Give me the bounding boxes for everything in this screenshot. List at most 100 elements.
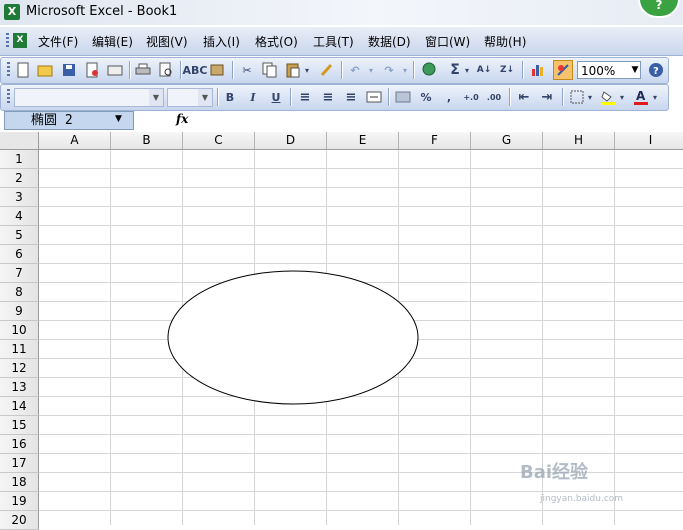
name-box-dropdown-icon[interactable]: ▼ — [115, 114, 122, 124]
workbook-icon[interactable]: X — [13, 33, 27, 48]
help-icon[interactable]: ? — [648, 62, 664, 78]
bold-icon[interactable]: B — [222, 89, 238, 105]
fill-color-icon[interactable] — [600, 89, 616, 105]
currency-icon[interactable] — [395, 89, 411, 105]
menu-edit[interactable]: 编辑(E) — [92, 33, 133, 50]
menu-help[interactable]: 帮助(H) — [484, 33, 526, 50]
column-header[interactable]: E — [327, 132, 399, 150]
chevron-down-icon[interactable]: ▼ — [149, 89, 163, 106]
hyperlink-icon[interactable] — [421, 62, 437, 78]
fill-color-dropdown-icon[interactable]: ▾ — [618, 89, 626, 105]
row-header[interactable]: 13 — [0, 378, 39, 397]
online-help-icon[interactable]: ? — [638, 0, 680, 18]
save-icon[interactable] — [61, 62, 77, 78]
cut-icon[interactable]: ✂ — [239, 62, 255, 78]
align-right-icon[interactable]: ≡ — [343, 89, 359, 105]
menu-insert[interactable]: 插入(I) — [203, 33, 240, 50]
row-header[interactable]: 6 — [0, 245, 39, 264]
autosum-dropdown-icon[interactable]: ▾ — [463, 62, 471, 78]
row-header[interactable]: 14 — [0, 397, 39, 416]
merge-center-icon[interactable] — [366, 89, 382, 105]
print-icon[interactable] — [135, 62, 151, 78]
row-header[interactable]: 9 — [0, 302, 39, 321]
menu-format[interactable]: 格式(O) — [255, 33, 298, 50]
row-header[interactable]: 5 — [0, 226, 39, 245]
spelling-icon[interactable]: ABC — [183, 62, 208, 78]
permission-icon[interactable] — [84, 62, 100, 78]
zoom-dropdown-icon[interactable]: ▼ — [629, 61, 641, 79]
column-header[interactable]: H — [543, 132, 615, 150]
menu-window[interactable]: 窗口(W) — [425, 33, 470, 50]
underline-icon[interactable]: U — [268, 89, 284, 105]
column-header[interactable]: C — [183, 132, 255, 150]
row-header[interactable]: 18 — [0, 473, 39, 492]
row-header[interactable]: 12 — [0, 359, 39, 378]
italic-icon[interactable]: I — [245, 89, 261, 105]
row-header[interactable]: 4 — [0, 207, 39, 226]
open-icon[interactable] — [37, 62, 53, 78]
menu-data[interactable]: 数据(D) — [368, 33, 411, 50]
toolbar-grip[interactable] — [7, 62, 10, 78]
menu-view[interactable]: 视图(V) — [146, 33, 188, 50]
row-header[interactable]: 20 — [0, 511, 39, 530]
menu-file[interactable]: 文件(F) — [38, 33, 78, 50]
column-header[interactable]: B — [111, 132, 183, 150]
paste-icon[interactable] — [285, 62, 301, 78]
row-header[interactable]: 16 — [0, 435, 39, 454]
menubar-grip[interactable] — [6, 33, 9, 49]
column-header[interactable]: I — [615, 132, 683, 150]
select-all-corner[interactable] — [0, 132, 39, 150]
undo-icon[interactable]: ↶ — [347, 62, 363, 78]
decrease-decimal-icon[interactable]: .00 — [486, 89, 502, 105]
redo-icon[interactable]: ↷ — [381, 62, 397, 78]
borders-dropdown-icon[interactable]: ▾ — [586, 89, 594, 105]
align-center-icon[interactable]: ≡ — [320, 89, 336, 105]
row-header[interactable]: 19 — [0, 492, 39, 511]
sort-descending-icon[interactable]: Z↓ — [499, 62, 515, 78]
paste-dropdown-icon[interactable]: ▾ — [303, 62, 311, 78]
align-left-icon[interactable]: ≡ — [297, 89, 313, 105]
chevron-down-icon[interactable]: ▼ — [198, 89, 212, 106]
column-header[interactable]: F — [399, 132, 471, 150]
oval-shape[interactable] — [167, 270, 419, 405]
increase-decimal-icon[interactable]: +.0 — [463, 89, 479, 105]
sort-ascending-icon[interactable]: A↓ — [476, 62, 492, 78]
row-header[interactable]: 11 — [0, 340, 39, 359]
column-header[interactable]: D — [255, 132, 327, 150]
row-header[interactable]: 1 — [0, 150, 39, 169]
font-name-combo[interactable]: ▼ — [14, 88, 164, 107]
email-icon[interactable] — [107, 62, 123, 78]
undo-dropdown-icon[interactable]: ▾ — [367, 62, 375, 78]
menu-tools[interactable]: 工具(T) — [313, 33, 354, 50]
row-header[interactable]: 15 — [0, 416, 39, 435]
column-header[interactable]: G — [471, 132, 543, 150]
font-color-icon[interactable]: A — [633, 89, 649, 105]
research-icon[interactable] — [210, 62, 226, 78]
decrease-indent-icon[interactable]: ⇤ — [516, 89, 532, 105]
increase-indent-icon[interactable]: ⇥ — [539, 89, 555, 105]
excel-app-icon[interactable]: X — [4, 4, 20, 20]
formula-input[interactable] — [194, 111, 683, 130]
row-header[interactable]: 8 — [0, 283, 39, 302]
row-header[interactable]: 3 — [0, 188, 39, 207]
new-icon[interactable] — [15, 62, 31, 78]
row-header[interactable]: 10 — [0, 321, 39, 340]
comma-style-icon[interactable]: , — [441, 89, 457, 105]
row-header[interactable]: 7 — [0, 264, 39, 283]
column-header[interactable]: A — [39, 132, 111, 150]
insert-function-icon[interactable]: fx — [176, 112, 188, 126]
row-header[interactable]: 17 — [0, 454, 39, 473]
chart-wizard-icon[interactable] — [530, 62, 546, 78]
drawing-icon[interactable] — [553, 60, 573, 80]
format-painter-icon[interactable] — [319, 62, 335, 78]
percent-icon[interactable]: % — [418, 89, 434, 105]
autosum-icon[interactable]: Σ — [447, 62, 463, 78]
row-header[interactable]: 2 — [0, 169, 39, 188]
font-size-combo[interactable]: ▼ — [167, 88, 213, 107]
font-color-dropdown-icon[interactable]: ▾ — [651, 89, 659, 105]
print-preview-icon[interactable] — [158, 62, 174, 78]
copy-icon[interactable] — [262, 62, 278, 78]
toolbar-grip[interactable] — [7, 89, 10, 105]
borders-icon[interactable] — [569, 89, 585, 105]
redo-dropdown-icon[interactable]: ▾ — [401, 62, 409, 78]
